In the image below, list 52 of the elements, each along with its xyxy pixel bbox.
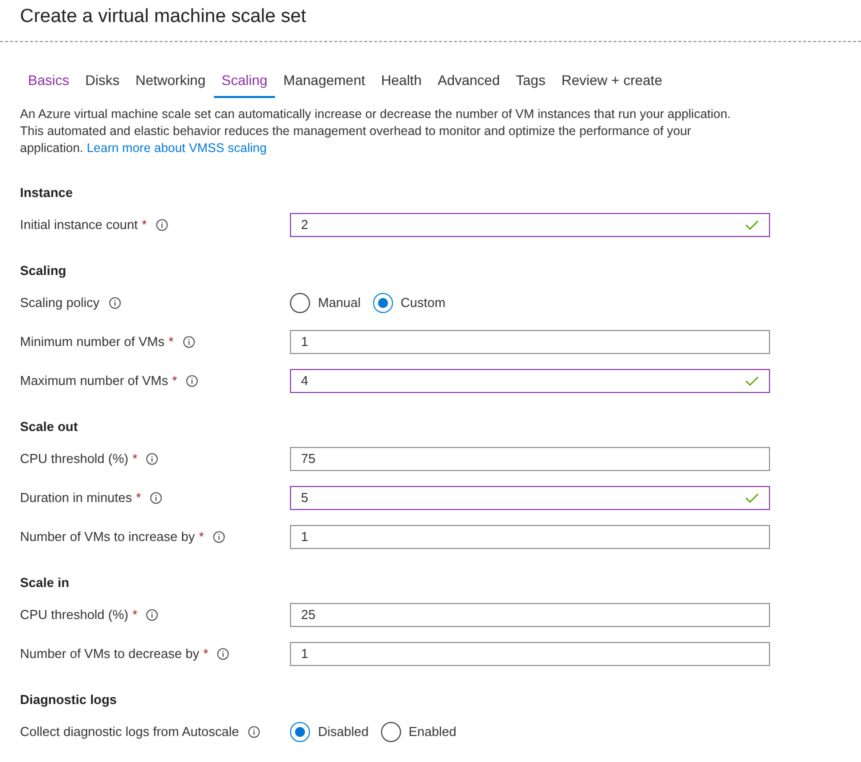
tab[interactable]: Disks bbox=[77, 68, 128, 98]
section-heading: Diagnostic logs bbox=[20, 691, 118, 709]
info-icon[interactable] bbox=[217, 648, 230, 660]
info-icon[interactable] bbox=[156, 218, 168, 230]
tab[interactable]: Networking bbox=[127, 68, 214, 98]
field-label: Scaling policy bbox=[20, 294, 100, 312]
field-label: CPU threshold (%) * bbox=[20, 606, 138, 624]
learn-more-link[interactable]: Learn more about VMSS scaling bbox=[86, 141, 267, 155]
info-icon[interactable] bbox=[108, 296, 120, 308]
text-field[interactable]: 25 bbox=[290, 602, 770, 626]
radio-option[interactable]: Disabled bbox=[290, 722, 369, 742]
section-heading: Scaling bbox=[20, 262, 68, 280]
field-label: Initial instance count * bbox=[20, 216, 147, 234]
tab[interactable]: Scaling bbox=[214, 68, 276, 98]
tab[interactable]: Review + create bbox=[553, 68, 670, 98]
radio-option[interactable]: Custom bbox=[372, 292, 446, 312]
info-icon[interactable] bbox=[186, 374, 198, 386]
section-heading: Scale in bbox=[20, 574, 70, 592]
field-label: Maximum number of VMs * bbox=[20, 372, 178, 390]
description-text: An Azure virtual machine scale set can automatically increase or decrease the number of VM instances that run your application. This automated and elastic behavior reduces the management overhead to monitor and optimize the performance of your application. Learn more about VMSS scaling bbox=[19, 106, 732, 157]
field-label: Minimum number of VMs * bbox=[20, 332, 174, 351]
text-field[interactable]: 1 bbox=[290, 330, 770, 354]
tab[interactable]: Management bbox=[275, 68, 374, 98]
tab[interactable]: Advanced bbox=[430, 68, 508, 98]
field-label: Duration in minutes * bbox=[20, 488, 142, 507]
field-label: Collect diagnostic logs from Autoscale bbox=[20, 722, 239, 741]
info-icon[interactable] bbox=[146, 608, 158, 620]
info-icon[interactable] bbox=[248, 726, 260, 738]
text-field[interactable]: 4 bbox=[290, 368, 770, 392]
info-icon[interactable] bbox=[182, 336, 195, 348]
section-heading: Scale out bbox=[20, 418, 79, 436]
text-field[interactable]: 75 bbox=[290, 446, 770, 470]
text-field[interactable]: 1 bbox=[290, 524, 770, 548]
section-heading: Instance bbox=[20, 184, 74, 202]
info-icon[interactable] bbox=[212, 530, 225, 542]
text-field[interactable]: 1 bbox=[290, 642, 770, 666]
checkmark-icon bbox=[745, 220, 759, 230]
checkmark-icon bbox=[745, 492, 759, 502]
field-label: CPU threshold (%) * bbox=[20, 450, 138, 468]
text-field[interactable]: 5 bbox=[290, 486, 770, 510]
field-label: Number of VMs to increase by * bbox=[20, 528, 204, 546]
info-icon[interactable] bbox=[150, 492, 162, 504]
page-title: Create a virtual machine scale set bbox=[19, 5, 308, 29]
radio-option[interactable]: Manual bbox=[290, 292, 361, 312]
tab[interactable]: Tags bbox=[508, 68, 554, 98]
radio-option[interactable]: Enabled bbox=[380, 722, 456, 742]
info-icon[interactable] bbox=[146, 452, 158, 464]
tab[interactable]: Basics bbox=[20, 68, 78, 98]
tab[interactable]: Health bbox=[373, 68, 430, 98]
checkmark-icon bbox=[745, 376, 759, 386]
field-label: Number of VMs to decrease by * bbox=[20, 644, 208, 663]
text-field[interactable]: 2 bbox=[290, 212, 770, 236]
